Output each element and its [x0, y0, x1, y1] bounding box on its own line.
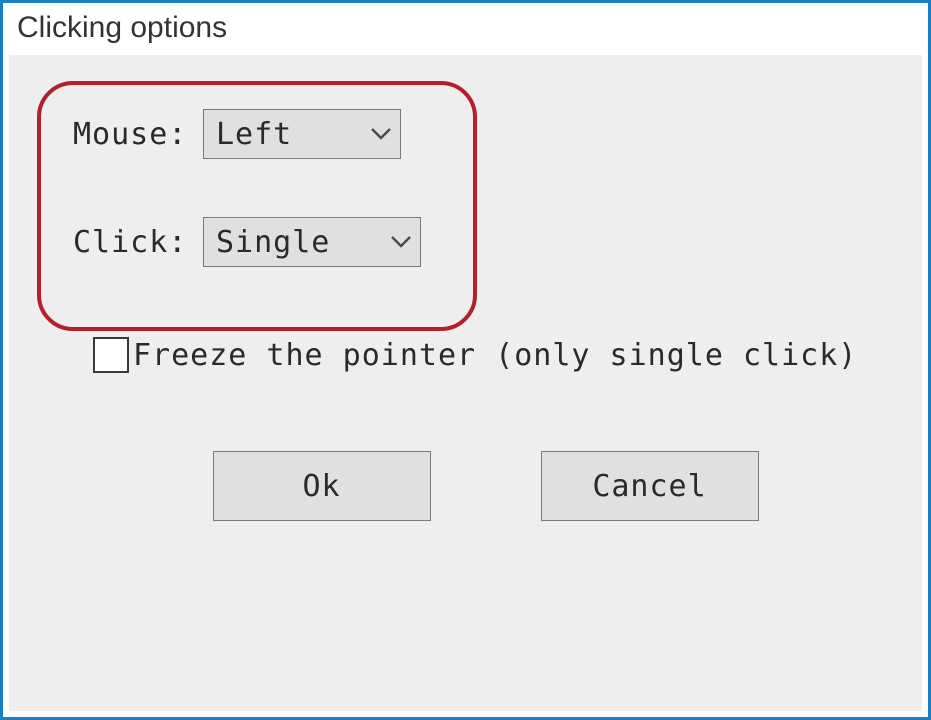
- chevron-down-icon: [370, 127, 392, 141]
- click-row: Click: Single: [73, 217, 882, 267]
- dialog-window: Clicking options Mouse: Left Click: Sing…: [0, 0, 931, 720]
- click-dropdown-value: Single: [216, 225, 330, 260]
- freeze-checkbox[interactable]: [93, 337, 129, 373]
- client-area: Mouse: Left Click: Single Freeze the poi…: [9, 55, 922, 711]
- click-label: Click:: [73, 225, 203, 260]
- mouse-dropdown-value: Left: [216, 117, 292, 152]
- chevron-down-icon: [390, 235, 412, 249]
- cancel-button[interactable]: Cancel: [541, 451, 759, 521]
- mouse-dropdown[interactable]: Left: [203, 109, 401, 159]
- titlebar: Clicking options: [3, 3, 928, 55]
- window-title: Clicking options: [17, 11, 227, 44]
- freeze-label: Freeze the pointer (only single click): [133, 338, 857, 373]
- mouse-row: Mouse: Left: [73, 109, 882, 159]
- button-row: Ok Cancel: [89, 451, 882, 521]
- freeze-row: Freeze the pointer (only single click): [93, 337, 882, 373]
- ok-button[interactable]: Ok: [213, 451, 431, 521]
- mouse-label: Mouse:: [73, 117, 203, 152]
- click-dropdown[interactable]: Single: [203, 217, 421, 267]
